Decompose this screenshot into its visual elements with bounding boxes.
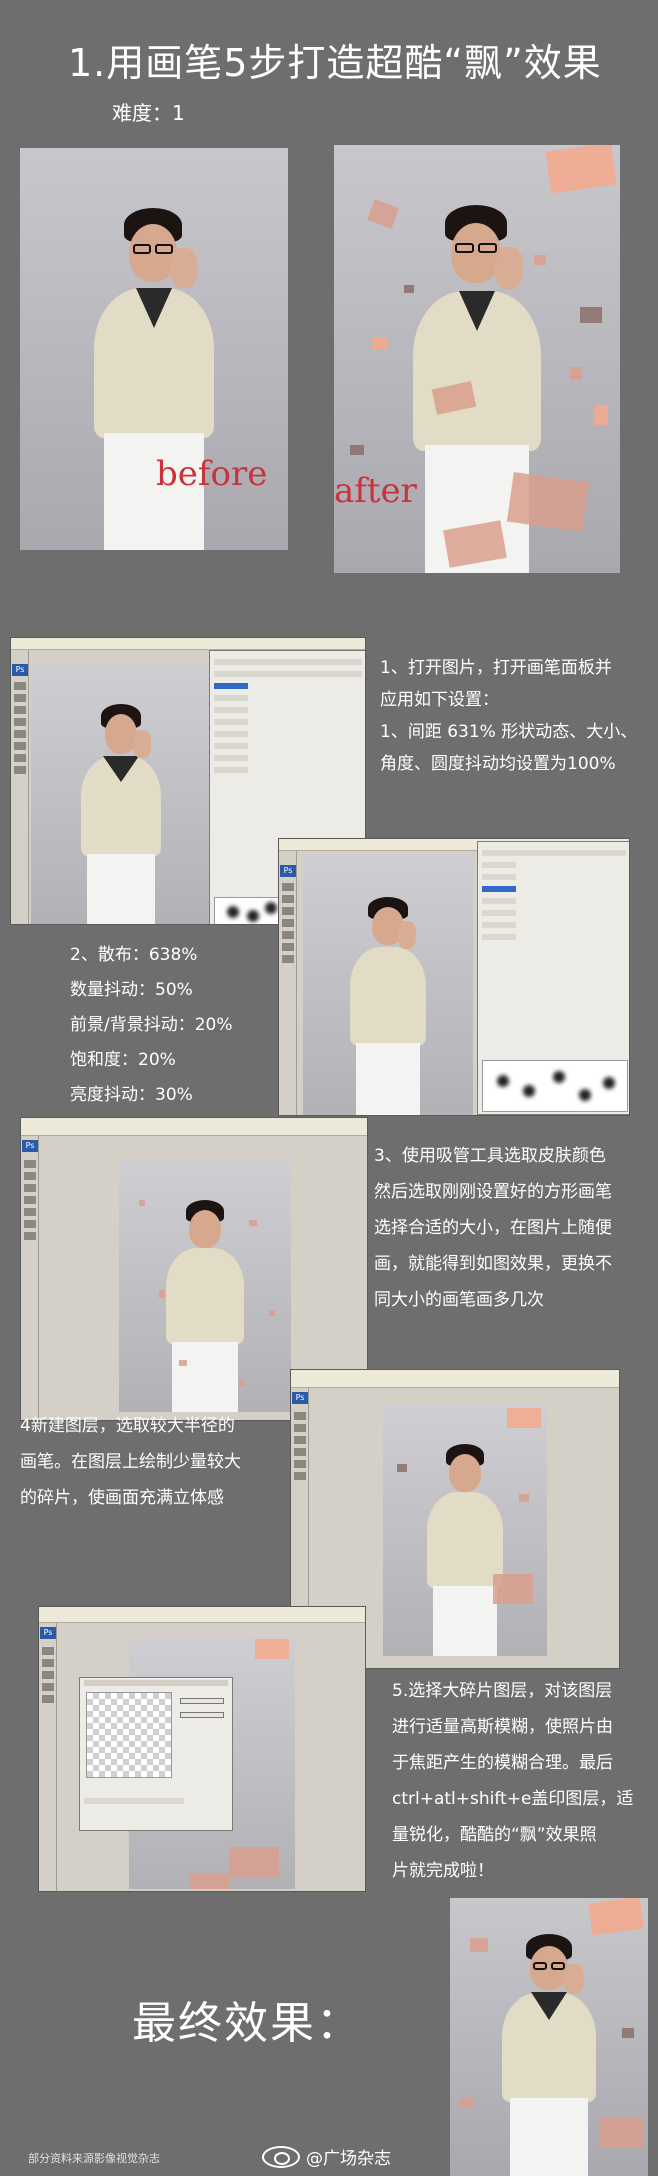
step1-text: 1、打开图片，打开画笔面板并 应用如下设置： 1、间距 631% 形状动态、大小…: [380, 652, 637, 780]
step4-line: 的碎片，使画面充满立体感: [20, 1488, 224, 1508]
step4-line: 4新建图层，选取较大半径的: [20, 1416, 235, 1436]
step3-line: 选择合适的大小，在图片上随便: [374, 1218, 612, 1238]
after-label: after: [334, 471, 417, 511]
page-title: 1.用画笔5步打造超酷“飘”效果: [68, 41, 602, 85]
step5-line: 于焦距产生的模糊合理。最后: [392, 1753, 613, 1773]
final-photo: [450, 1898, 648, 2176]
step1-line: 1、间距 631% 形状动态、大小、: [380, 722, 638, 742]
weibo-handle: @广场杂志: [306, 2149, 391, 2169]
step5-line: 进行适量高斯模糊，使照片由: [392, 1717, 613, 1737]
step1-line: 1、打开图片，打开画笔面板并: [380, 658, 612, 678]
step5-line: ctrl+atl+shift+e盖印图层，适: [392, 1789, 634, 1809]
difficulty-label: 难度：1: [112, 101, 185, 125]
gaussian-blur-dialog: [79, 1677, 233, 1831]
step5-line: 片就完成啦！: [392, 1861, 494, 1881]
after-photo: after: [334, 145, 620, 573]
weibo-icon: [262, 2145, 300, 2168]
step2-line: 2、散布：638%: [70, 945, 198, 965]
step5-line: 量锐化，酷酷的“飘”效果照: [392, 1825, 597, 1845]
step3-text: 3、使用吸管工具选取皮肤颜色 然后选取刚刚设置好的方形画笔 选择合适的大小，在图…: [374, 1138, 612, 1318]
step3-line: 3、使用吸管工具选取皮肤颜色: [374, 1146, 606, 1166]
step5-line: 5.选择大碎片图层，对该图层: [392, 1681, 613, 1701]
step1-line: 角度、圆度抖动均设置为100%: [380, 754, 616, 774]
step2-text: 2、散布：638% 数量抖动：50% 前景/背景抖动：20% 饱和度：20% 亮…: [70, 938, 233, 1113]
step3-line: 然后选取刚刚设置好的方形画笔: [374, 1182, 612, 1202]
step1-line: 应用如下设置：: [380, 690, 499, 710]
before-label: before: [156, 454, 268, 494]
weibo-credit: @广场杂志: [262, 2144, 391, 2169]
step3-line: 画，就能得到如图效果，更换不: [374, 1254, 612, 1274]
step2-line: 数量抖动：50%: [70, 980, 193, 1000]
step5-text: 5.选择大碎片图层，对该图层 进行适量高斯模糊，使照片由 于焦距产生的模糊合理。…: [392, 1673, 633, 1889]
step2-line: 饱和度：20%: [70, 1050, 176, 1070]
step2-line: 亮度抖动：30%: [70, 1085, 193, 1105]
step4-text: 4新建图层，选取较大半径的 画笔。在图层上绘制少量较大 的碎片，使画面充满立体感: [20, 1408, 241, 1516]
step2-line: 前景/背景抖动：20%: [70, 1015, 233, 1035]
step3-line: 同大小的画笔画多几次: [374, 1290, 544, 1310]
step4-line: 画笔。在图层上绘制少量较大: [20, 1452, 241, 1472]
final-result-title: 最终效果：: [132, 1998, 362, 2049]
source-note: 部分资料来源影像视觉杂志: [28, 2152, 160, 2165]
before-photo: before: [20, 148, 288, 550]
ps-screenshot-step5: Ps: [38, 1606, 366, 1892]
ps-screenshot-step2: Ps: [278, 838, 630, 1116]
